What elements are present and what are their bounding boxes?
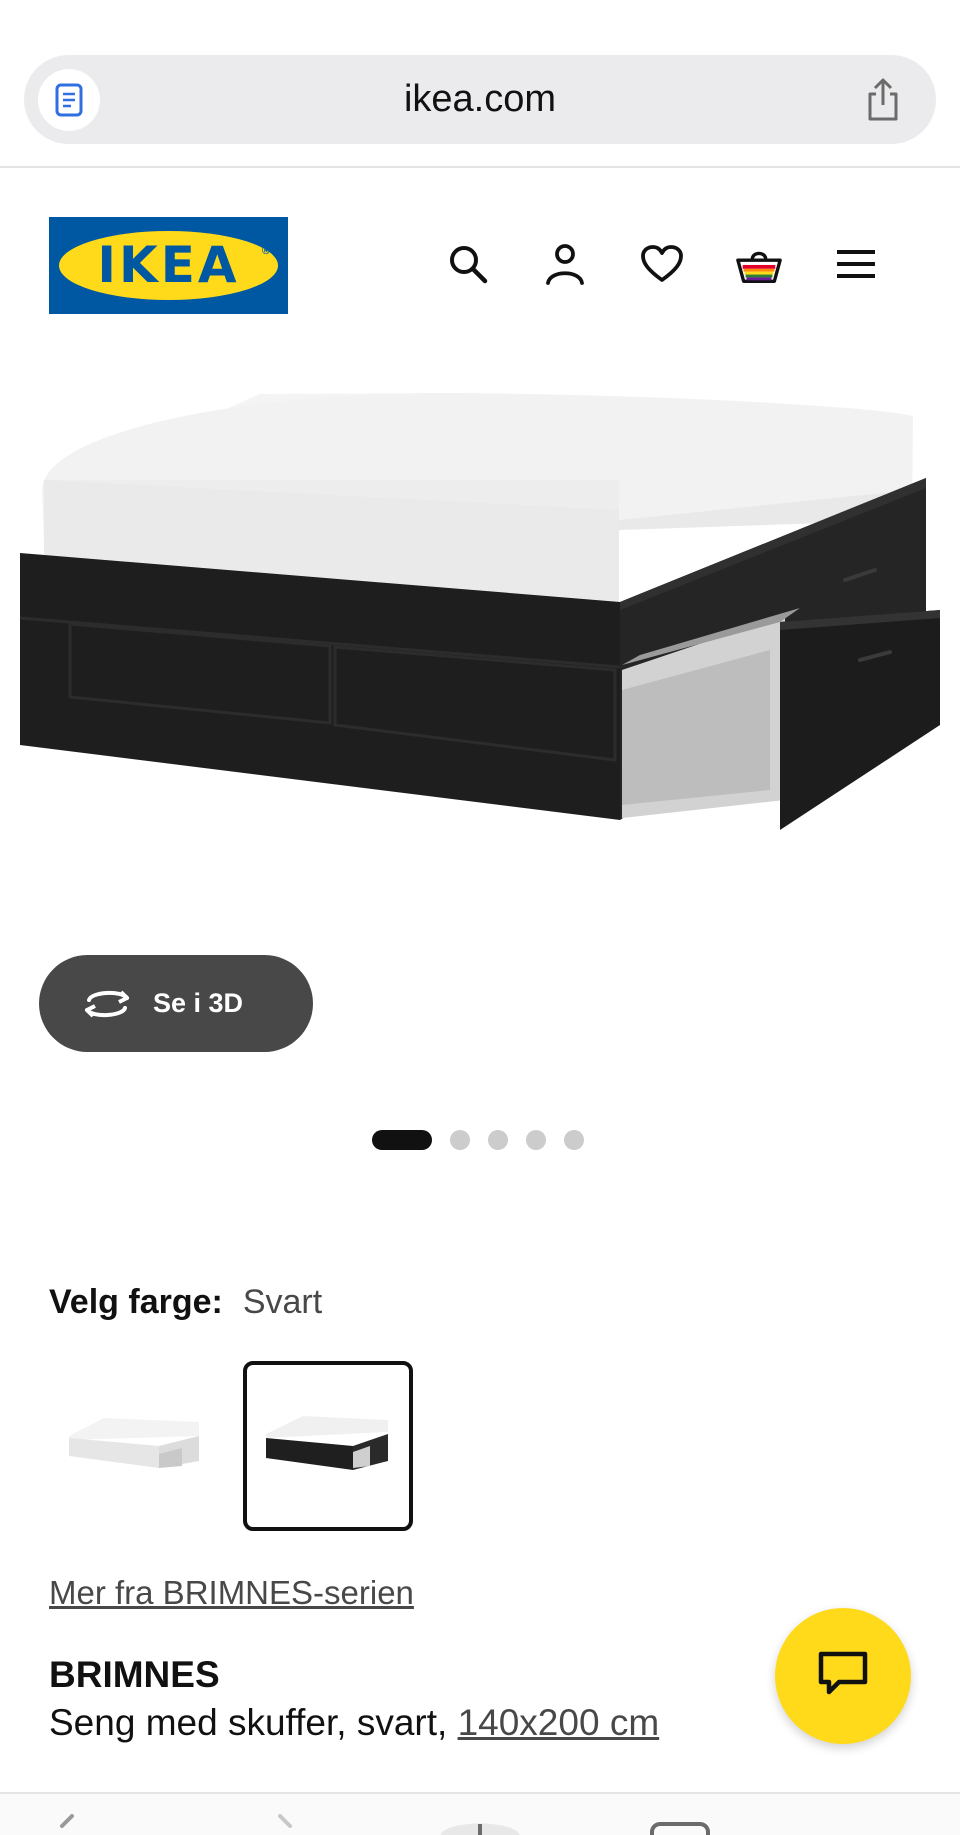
swatch-white-bed[interactable] <box>49 1361 219 1531</box>
basket-icon[interactable] <box>735 240 783 288</box>
logo-registered-mark: ® <box>261 245 270 257</box>
url-field[interactable]: ikea.com <box>24 55 936 144</box>
series-link[interactable]: Mer fra BRIMNES-serien <box>49 1574 414 1612</box>
color-label: Velg farge: <box>49 1283 223 1321</box>
chat-button[interactable] <box>775 1608 911 1744</box>
pager-dot-active[interactable] <box>372 1130 432 1150</box>
browser-address-bar: ikea.com <box>0 0 960 168</box>
product-description-text: Seng med skuffer, svart, <box>49 1702 448 1743</box>
reader-icon[interactable] <box>38 69 100 131</box>
user-icon[interactable] <box>541 240 589 288</box>
selected-color-value: Svart <box>242 1283 323 1321</box>
heart-icon[interactable] <box>638 240 686 288</box>
rotate-3d-icon <box>81 984 133 1024</box>
chat-icon <box>817 1650 869 1703</box>
pager-dot[interactable] <box>526 1130 546 1150</box>
color-selector-heading: Velg farge: Svart <box>49 1283 322 1322</box>
menu-icon[interactable] <box>832 240 880 288</box>
product-name: BRIMNES <box>49 1654 220 1695</box>
view-3d-button[interactable]: Se i 3D <box>39 955 313 1052</box>
color-swatches <box>49 1361 413 1531</box>
url-text[interactable]: ikea.com <box>24 55 936 144</box>
pager-dot[interactable] <box>450 1130 470 1150</box>
pager-dot[interactable] <box>488 1130 508 1150</box>
site-header: IKEA ® <box>0 170 960 320</box>
logo-text: IKEA <box>97 236 240 294</box>
product-description: Seng med skuffer, svart, 140x200 cm <box>49 1702 659 1744</box>
ikea-logo[interactable]: IKEA ® <box>49 217 288 314</box>
size-link[interactable]: 140x200 cm <box>458 1702 660 1743</box>
pager-dot[interactable] <box>564 1130 584 1150</box>
browser-bottom-toolbar <box>0 1792 960 1835</box>
swatch-black-bed[interactable] <box>243 1361 413 1531</box>
header-icon-group <box>444 240 880 288</box>
product-image[interactable] <box>0 360 960 960</box>
image-pager <box>372 1130 584 1150</box>
search-icon[interactable] <box>444 240 492 288</box>
view-3d-label: Se i 3D <box>153 988 244 1018</box>
share-icon[interactable] <box>860 77 906 123</box>
